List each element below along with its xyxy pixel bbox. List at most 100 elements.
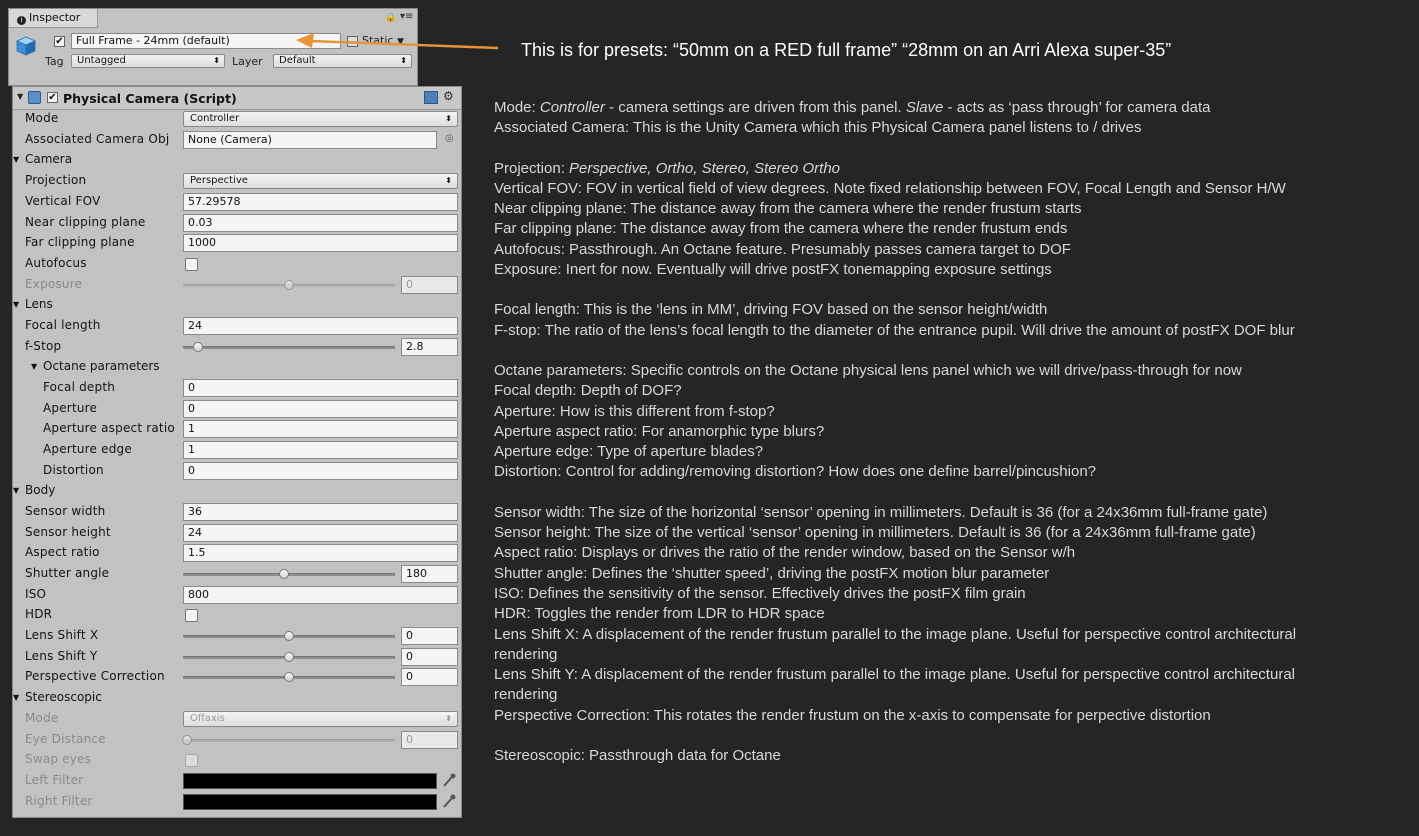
note-aperture: Aperture: How is this different from f-s…	[494, 402, 775, 420]
projection-dropdown[interactable]: Perspective ⬍	[183, 173, 458, 189]
persp-correction-field[interactable]: 0	[401, 668, 458, 686]
preset-arrow	[296, 33, 499, 50]
focal-length-field[interactable]: 24	[183, 317, 458, 335]
lens-shift-y-field[interactable]: 0	[401, 648, 458, 666]
persp-correction-thumb[interactable]	[284, 672, 294, 682]
vfov-label: Vertical FOV	[25, 194, 101, 208]
shutter-angle-label: Shutter angle	[25, 566, 110, 580]
shutter-slider-track[interactable]	[183, 573, 395, 576]
sensor-height-label: Sensor height	[25, 525, 111, 539]
lens-shift-x-field[interactable]: 0	[401, 627, 458, 645]
note-assoc: Associated Camera: This is the Unity Cam…	[494, 119, 1142, 137]
notes-block: Mode: Controller - camera settings are d…	[494, 98, 1296, 766]
note-octane: Octane parameters: Specific controls on …	[494, 361, 1242, 379]
note-far: Far clipping plane: The distance away fr…	[494, 220, 1068, 238]
assoc-camera-field[interactable]: None (Camera)	[183, 131, 437, 149]
tag-dropdown[interactable]: Untagged ⬍	[71, 54, 225, 68]
right-eyedropper-icon[interactable]	[442, 793, 456, 809]
aperture-edge-label: Aperture edge	[43, 442, 132, 456]
sensor-height-field[interactable]: 24	[183, 524, 458, 542]
focal-length-label: Focal length	[25, 318, 101, 332]
aspect-ratio-field[interactable]: 1.5	[183, 544, 458, 562]
aperture-field[interactable]: 0	[183, 400, 458, 418]
left-eyedropper-icon[interactable]	[442, 772, 456, 788]
persp-correction-label: Perspective Correction	[25, 669, 165, 683]
inspector-tab-label: Inspector	[29, 11, 81, 24]
physical-camera-component: ▼ ✔ Physical Camera (Script) ⚙ Mode Cont…	[12, 86, 462, 818]
object-picker-icon[interactable]: ◎	[445, 133, 454, 144]
vfov-field[interactable]: 57.29578	[183, 193, 458, 211]
note-focal: Focal length: This is the ‘lens in MM’, …	[494, 301, 1048, 319]
note-near: Near clipping plane: The distance away f…	[494, 200, 1082, 218]
shutter-slider-thumb[interactable]	[279, 569, 289, 579]
camera-foldout[interactable]: ▼ Camera	[13, 152, 72, 166]
sensor-width-field[interactable]: 36	[183, 503, 458, 521]
stereo-mode-dropdown[interactable]: Offaxis ⬍	[183, 711, 458, 727]
aperture-edge-field[interactable]: 1	[183, 441, 458, 459]
layer-label: Layer	[232, 55, 263, 68]
right-filter-color[interactable]	[183, 794, 437, 810]
left-filter-color[interactable]	[183, 773, 437, 789]
inspector-tab[interactable]: i Inspector	[9, 9, 98, 28]
lock-icon[interactable]: 🔒	[385, 13, 396, 23]
note-aspect: Aspect ratio: Displays or drives the rat…	[494, 544, 1076, 562]
octane-foldout[interactable]: ▼ Octane parameters	[31, 359, 160, 373]
eye-distance-track[interactable]	[183, 739, 395, 742]
body-foldout[interactable]: ▼ Body	[13, 483, 55, 497]
aperture-ratio-field[interactable]: 1	[183, 420, 458, 438]
stereoscopic-foldout[interactable]: ▼ Stereoscopic	[13, 690, 102, 704]
gear-icon[interactable]: ⚙	[443, 89, 454, 103]
far-clip-label: Far clipping plane	[25, 235, 135, 249]
lens-shift-x-thumb[interactable]	[284, 631, 294, 641]
component-title: Physical Camera (Script)	[63, 91, 237, 106]
iso-label: ISO	[25, 587, 47, 601]
hdr-checkbox[interactable]	[185, 609, 198, 622]
menu-icon[interactable]: ▾≡	[400, 11, 413, 22]
fstop-field[interactable]: 2.8	[401, 338, 458, 356]
note-vfov: Vertical FOV: FOV in vertical field of v…	[494, 179, 1286, 197]
mode-label: Mode	[25, 111, 59, 125]
aspect-ratio-label: Aspect ratio	[25, 545, 100, 559]
fstop-slider-thumb[interactable]	[193, 342, 204, 352]
aperture-ratio-label: Aperture aspect ratio	[43, 421, 175, 435]
lens-foldout[interactable]: ▼ Lens	[13, 297, 53, 311]
help-book-icon[interactable]	[424, 91, 438, 104]
component-enabled-checkbox[interactable]: ✔	[47, 92, 58, 103]
exposure-field[interactable]: 0	[401, 276, 458, 294]
autofocus-checkbox[interactable]	[185, 258, 198, 271]
note-mode: Mode: Controller - camera settings are d…	[494, 99, 1211, 116]
shutter-angle-field[interactable]: 180	[401, 565, 458, 583]
lens-shift-y-thumb[interactable]	[284, 652, 294, 662]
sensor-width-label: Sensor width	[25, 504, 106, 518]
near-clip-field[interactable]: 0.03	[183, 214, 458, 232]
note-aperture-ratio: Aperture aspect ratio: For anamorphic ty…	[494, 422, 825, 440]
eye-distance-thumb[interactable]	[182, 735, 192, 745]
active-checkbox[interactable]: ✔	[54, 36, 65, 47]
exposure-slider-thumb[interactable]	[284, 280, 294, 290]
note-distortion: Distortion: Control for adding/removing …	[494, 463, 1097, 481]
note-iso: ISO: Defines the sensitivity of the sens…	[494, 584, 1026, 602]
eye-distance-field[interactable]: 0	[401, 731, 458, 749]
far-clip-field[interactable]: 1000	[183, 234, 458, 252]
note-hdr: HDR: Toggles the render from LDR to HDR …	[494, 605, 825, 623]
focal-depth-label: Focal depth	[43, 380, 116, 394]
note-stereo: Stereoscopic: Passthrough data for Octan…	[494, 747, 781, 765]
fstop-label: f-Stop	[25, 339, 62, 353]
note-aperture-edge: Aperture edge: Type of aperture blades?	[494, 443, 764, 461]
mode-dropdown[interactable]: Controller ⬍	[183, 111, 458, 127]
layer-dropdown[interactable]: Default ⬍	[273, 54, 412, 68]
note-exposure: Exposure: Inert for now. Eventually will…	[494, 261, 1052, 279]
fstop-slider-track[interactable]	[183, 346, 395, 349]
focal-depth-field[interactable]: 0	[183, 379, 458, 397]
note-shifty-2: rendering	[494, 686, 558, 704]
info-icon: i	[17, 16, 26, 25]
note-shiftx-2: rendering	[494, 645, 558, 663]
distortion-field[interactable]: 0	[183, 462, 458, 480]
iso-field[interactable]: 800	[183, 586, 458, 604]
swap-eyes-checkbox[interactable]	[185, 754, 198, 767]
projection-label: Projection	[25, 173, 87, 187]
note-sensor-width: Sensor width: The size of the horizontal…	[494, 503, 1268, 521]
left-filter-label: Left Filter	[25, 773, 84, 787]
foldout-triangle-icon[interactable]: ▼	[17, 92, 23, 101]
note-shutter: Shutter angle: Defines the ‘shutter spee…	[494, 564, 1050, 582]
